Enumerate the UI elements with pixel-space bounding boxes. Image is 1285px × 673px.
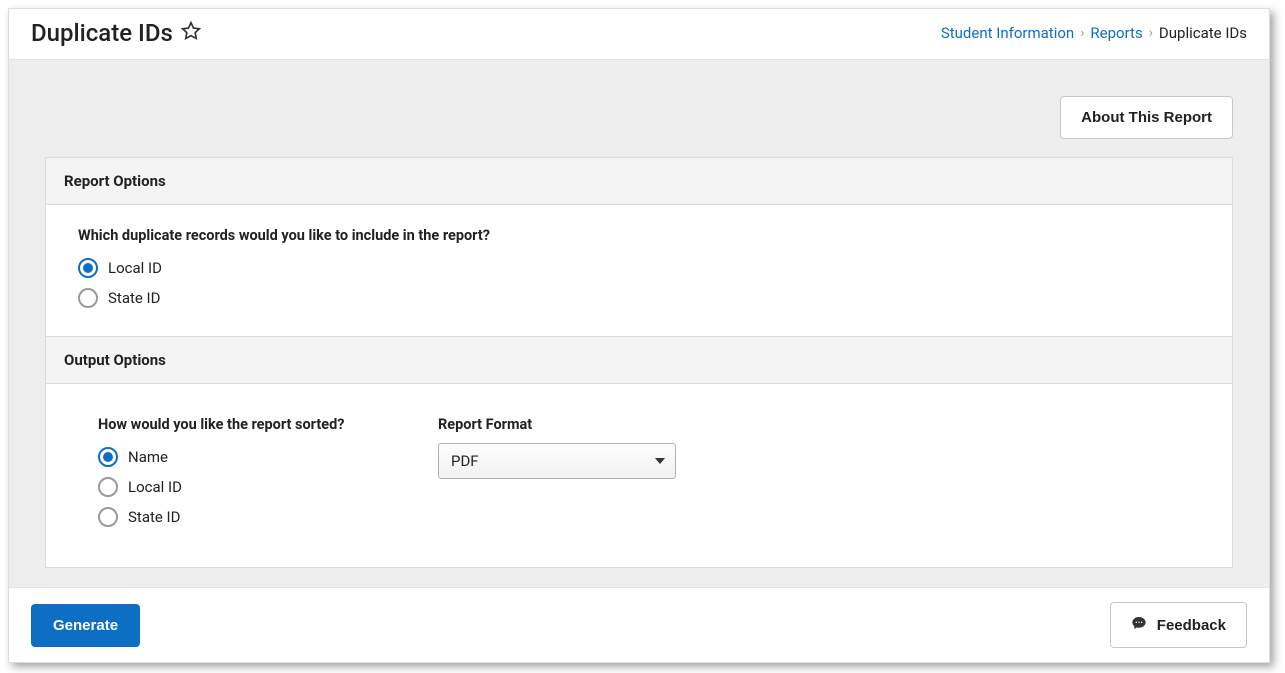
radio-local-id[interactable]: Local ID [78, 258, 1200, 278]
radio-label: Local ID [128, 478, 182, 496]
feedback-button[interactable]: Feedback [1110, 602, 1247, 648]
generate-button[interactable]: Generate [31, 604, 140, 647]
radio-sort-name[interactable]: Name [98, 447, 358, 467]
sort-radio-group: Name Local ID State ID [98, 447, 358, 527]
radio-label: Name [128, 448, 168, 466]
breadcrumb: Student Information › Reports › Duplicat… [941, 24, 1247, 42]
title-wrap: Duplicate IDs [31, 19, 201, 47]
content-area: About This Report Report Options Which d… [9, 60, 1269, 587]
radio-icon [98, 477, 118, 497]
panel-container: Report Options Which duplicate records w… [45, 157, 1233, 587]
page-title: Duplicate IDs [31, 19, 173, 47]
radio-sort-state-id[interactable]: State ID [98, 507, 358, 527]
about-row: About This Report [9, 60, 1269, 157]
radio-state-id[interactable]: State ID [78, 288, 1200, 308]
sort-column: How would you like the report sorted? Na… [98, 416, 358, 527]
sort-question: How would you like the report sorted? [98, 416, 358, 433]
report-format-select[interactable]: PDF [438, 443, 676, 479]
format-column: Report Format PDF [438, 416, 676, 527]
radio-label: State ID [128, 508, 180, 526]
caret-down-icon [655, 458, 665, 464]
about-this-report-button[interactable]: About This Report [1060, 96, 1233, 139]
radio-label: State ID [108, 289, 160, 307]
breadcrumb-link-reports[interactable]: Reports [1090, 24, 1142, 42]
chevron-right-icon: › [1080, 25, 1084, 41]
breadcrumb-link-student-information[interactable]: Student Information [941, 24, 1074, 42]
duplicate-records-radio-group: Local ID State ID [78, 258, 1200, 308]
app-window: Duplicate IDs Student Information › Repo… [8, 8, 1270, 663]
chat-icon [1131, 615, 1147, 635]
radio-icon [78, 288, 98, 308]
report-format-label: Report Format [438, 416, 676, 433]
radio-icon [98, 507, 118, 527]
report-options-header: Report Options [46, 158, 1232, 205]
radio-label: Local ID [108, 259, 162, 277]
radio-icon [78, 258, 98, 278]
report-options-body: Which duplicate records would you like t… [46, 205, 1232, 336]
options-panel: Report Options Which duplicate records w… [45, 157, 1233, 568]
output-options-header: Output Options [46, 336, 1232, 384]
radio-icon [98, 447, 118, 467]
chevron-right-icon: › [1149, 25, 1153, 41]
feedback-label: Feedback [1157, 617, 1226, 634]
duplicate-records-question: Which duplicate records would you like t… [78, 227, 1200, 244]
star-icon[interactable] [181, 21, 201, 45]
top-bar: Duplicate IDs Student Information › Repo… [9, 9, 1269, 60]
report-format-value: PDF [451, 452, 479, 470]
bottom-bar: Generate Feedback [9, 587, 1269, 662]
output-options-body: How would you like the report sorted? Na… [46, 384, 1232, 567]
radio-sort-local-id[interactable]: Local ID [98, 477, 358, 497]
breadcrumb-current: Duplicate IDs [1159, 24, 1247, 42]
